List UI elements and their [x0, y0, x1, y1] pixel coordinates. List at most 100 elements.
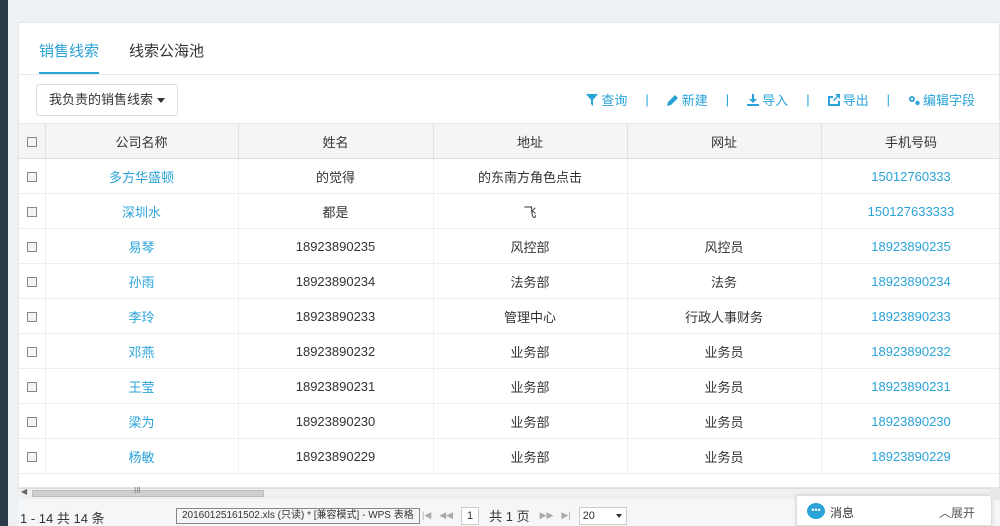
- table-row[interactable]: 梁为 18923890230 业务部 业务员 18923890230: [19, 403, 999, 439]
- table-row[interactable]: 深圳水 都是 飞 150127633333: [19, 193, 999, 229]
- page-size-select[interactable]: 20: [578, 506, 627, 525]
- company-link[interactable]: 王莹: [45, 368, 239, 404]
- lead-filter-dropdown[interactable]: 我负责的销售线索: [36, 84, 179, 116]
- tab-sales-leads[interactable]: 销售线索: [39, 40, 100, 74]
- separator: |: [725, 92, 730, 107]
- last-page-icon[interactable]: ▶|: [561, 510, 570, 521]
- company-link[interactable]: 杨敏: [45, 438, 239, 474]
- row-checkbox[interactable]: [26, 277, 37, 288]
- phone-link[interactable]: 18923890234: [821, 263, 999, 299]
- table-row[interactable]: 李玲 18923890233 管理中心 行政人事财务 18923890233: [19, 298, 999, 334]
- import-button[interactable]: 导入: [747, 90, 788, 109]
- import-label: 导入: [762, 93, 789, 108]
- name-cell: 18923890235: [238, 228, 434, 264]
- table-row[interactable]: 王莹 18923890231 业务部 业务员 18923890231: [19, 368, 999, 404]
- pager: |◀ ◀◀ 1 共 1 页 ▶▶ ▶| 20: [418, 506, 627, 525]
- phone-link[interactable]: 18923890235: [821, 228, 999, 264]
- address-cell: 业务部: [433, 438, 628, 474]
- first-page-icon[interactable]: |◀: [422, 510, 431, 521]
- name-cell: 18923890231: [238, 368, 434, 404]
- website-cell: 风控员: [627, 228, 822, 264]
- website-cell: [627, 158, 822, 194]
- column-header[interactable]: 网址: [627, 123, 822, 159]
- pencil-icon: [666, 94, 678, 106]
- address-cell: 业务部: [433, 403, 628, 439]
- query-button[interactable]: 查询: [586, 90, 627, 109]
- address-cell: 风控部: [433, 228, 628, 264]
- address-cell: 业务部: [433, 333, 628, 369]
- row-select-cell: [19, 438, 46, 474]
- select-all-cell: [19, 123, 46, 159]
- phone-link[interactable]: 18923890230: [821, 403, 999, 439]
- new-button[interactable]: 新建: [666, 90, 708, 109]
- table-row[interactable]: 多方华盛顿 的觉得 的东南方角色点击 15012760333: [19, 158, 999, 194]
- column-header[interactable]: 公司名称: [45, 123, 239, 159]
- column-header[interactable]: 姓名: [238, 123, 434, 159]
- company-link[interactable]: 孙雨: [45, 263, 239, 299]
- address-cell: 的东南方角色点击: [433, 158, 628, 194]
- company-link[interactable]: 多方华盛顿: [45, 158, 239, 194]
- message-label: 消息: [830, 506, 855, 520]
- company-link[interactable]: 梁为: [45, 403, 239, 439]
- export-label: 导出: [842, 93, 869, 108]
- page-total: 共 1 页: [489, 509, 530, 524]
- scroll-left-icon[interactable]: ◀: [21, 487, 27, 496]
- phone-link[interactable]: 15012760333: [821, 158, 999, 194]
- row-checkbox[interactable]: [26, 452, 37, 463]
- prev-page-icon[interactable]: ◀◀: [439, 510, 453, 521]
- row-select-cell: [19, 298, 46, 334]
- row-select-cell: [19, 403, 46, 439]
- website-cell: 业务员: [627, 403, 822, 439]
- page-input[interactable]: 1: [461, 506, 480, 525]
- next-page-icon[interactable]: ▶▶: [540, 510, 554, 521]
- address-cell: 业务部: [433, 368, 628, 404]
- column-header[interactable]: 手机号码: [821, 123, 999, 159]
- name-cell: 18923890232: [238, 333, 434, 369]
- separator: |: [645, 92, 649, 107]
- website-cell: [627, 193, 822, 229]
- phone-link[interactable]: 18923890233: [821, 298, 999, 334]
- expand-button[interactable]: ︿展开: [939, 504, 975, 521]
- row-checkbox[interactable]: [26, 207, 37, 218]
- message-widget[interactable]: ••• 消息 ︿展开: [796, 495, 992, 526]
- company-link[interactable]: 李玲: [45, 298, 239, 334]
- row-checkbox[interactable]: [26, 347, 37, 358]
- record-count: 1 - 14 共 14 条: [20, 511, 105, 526]
- company-link[interactable]: 邓燕: [45, 333, 239, 369]
- export-button[interactable]: 导出: [827, 90, 869, 109]
- separator: |: [806, 92, 810, 107]
- scroll-thumb[interactable]: [32, 490, 264, 497]
- table-row[interactable]: 杨敏 18923890229 业务部 业务员 18923890229: [19, 438, 999, 474]
- name-cell: 的觉得: [238, 158, 434, 194]
- row-checkbox[interactable]: [26, 417, 37, 428]
- address-cell: 飞: [433, 193, 628, 229]
- name-cell: 18923890230: [238, 403, 434, 439]
- edit-fields-label: 编辑字段: [922, 93, 975, 108]
- company-link[interactable]: 易琴: [45, 228, 239, 264]
- gears-icon: [908, 95, 920, 105]
- row-checkbox[interactable]: [26, 242, 37, 253]
- tab-lead-pool[interactable]: 线索公海池: [129, 40, 204, 74]
- phone-link[interactable]: 150127633333: [821, 193, 999, 229]
- row-select-cell: [19, 158, 46, 194]
- row-checkbox[interactable]: [26, 382, 37, 393]
- phone-link[interactable]: 18923890232: [821, 333, 999, 369]
- website-cell: 法务: [627, 263, 822, 299]
- row-checkbox[interactable]: [26, 172, 37, 183]
- address-cell: 管理中心: [433, 298, 628, 334]
- download-icon: [747, 93, 760, 106]
- table-row[interactable]: 邓燕 18923890232 业务部 业务员 18923890232: [19, 333, 999, 369]
- name-cell: 18923890233: [238, 298, 434, 334]
- tab-bar: 销售线索 线索公海池: [19, 23, 999, 75]
- website-cell: 业务员: [627, 368, 822, 404]
- phone-link[interactable]: 18923890229: [821, 438, 999, 474]
- company-link[interactable]: 深圳水: [45, 193, 239, 229]
- phone-link[interactable]: 18923890231: [821, 368, 999, 404]
- caret-down-icon: [157, 98, 166, 104]
- table-row[interactable]: 孙雨 18923890234 法务部 法务 18923890234: [19, 263, 999, 299]
- table-row[interactable]: 易琴 18923890235 风控部 风控员 18923890235: [19, 228, 999, 264]
- column-header[interactable]: 地址: [433, 123, 628, 159]
- select-all-checkbox[interactable]: [26, 137, 37, 148]
- edit-fields-button[interactable]: 编辑字段: [908, 90, 975, 109]
- row-checkbox[interactable]: [26, 312, 37, 323]
